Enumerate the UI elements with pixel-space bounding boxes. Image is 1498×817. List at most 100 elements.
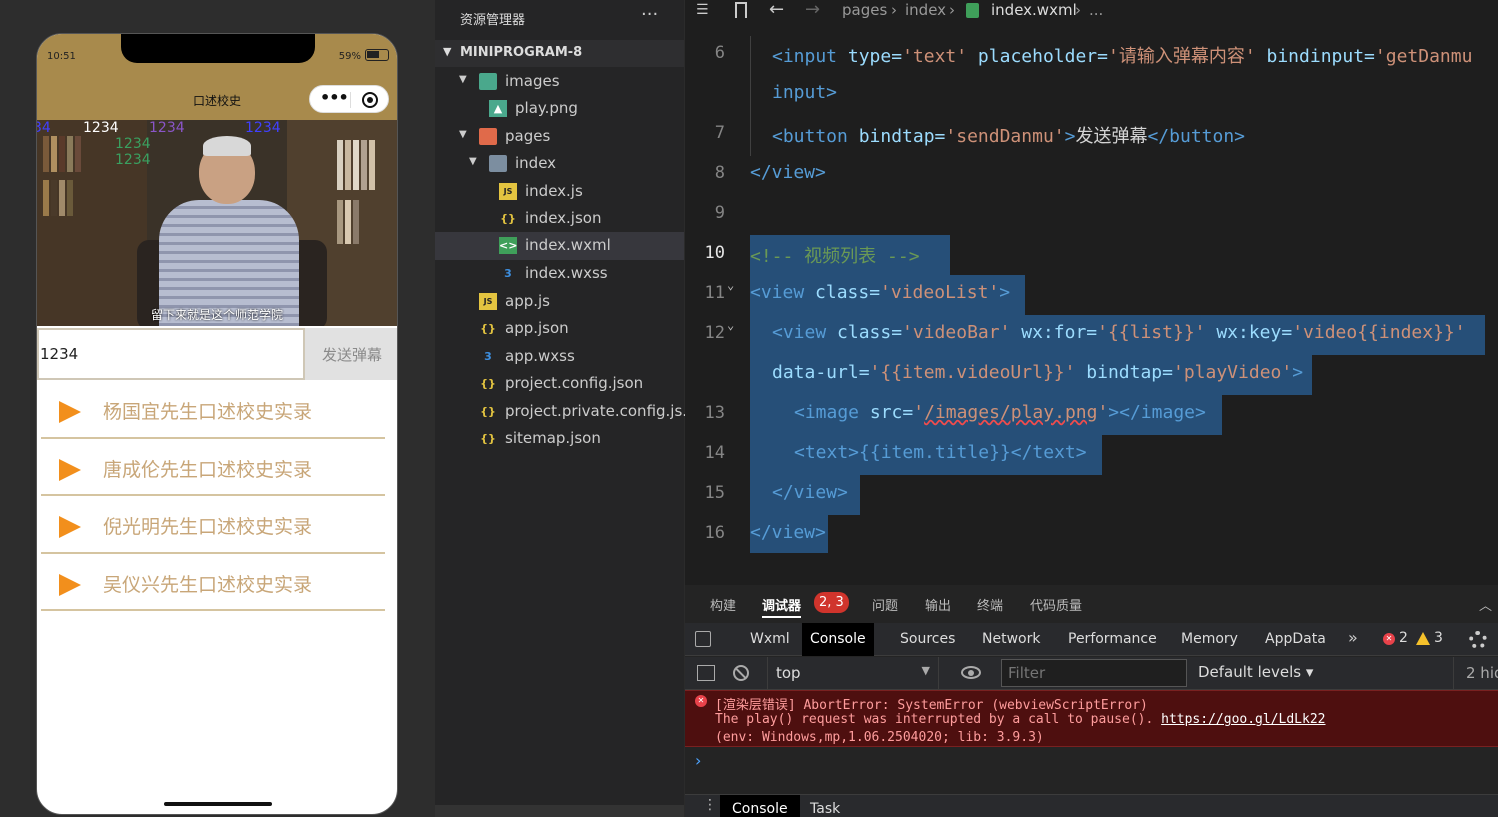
- sidebar-toggle-icon[interactable]: [697, 665, 715, 681]
- tree-item-index-json[interactable]: {} index.json: [435, 205, 684, 233]
- danmu-text: 1234: [245, 120, 281, 136]
- devtab-appdata[interactable]: AppData: [1257, 623, 1334, 656]
- gear-icon[interactable]: [1469, 631, 1487, 649]
- tree-item-app-js[interactable]: JS app.js: [435, 288, 684, 316]
- hidden-messages-count[interactable]: 2 hid: [1453, 657, 1498, 689]
- menu-capsule[interactable]: •••: [309, 85, 389, 113]
- tab-debugger[interactable]: 调试器: [762, 595, 802, 618]
- bookmark-icon[interactable]: [735, 2, 747, 18]
- tab-terminal[interactable]: 终端: [977, 595, 1003, 614]
- explorer-outline-header[interactable]: [435, 805, 684, 817]
- context-select[interactable]: top ▼: [767, 657, 939, 689]
- tree-item-project-private-config[interactable]: {} project.private.config.js...: [435, 398, 696, 426]
- code-line-6-wrap: input>: [772, 82, 837, 103]
- filter-input[interactable]: [1001, 659, 1187, 687]
- explorer-more-button[interactable]: ···: [641, 4, 658, 25]
- code-line-12-wrap: data-url='{{item.videoUrl}}' bindtap='pl…: [772, 362, 1303, 383]
- video-player[interactable]: 34 1234 1234 1234 1234 1234 留下来就是这个师范学院: [37, 120, 397, 326]
- code-token: <text>{{item.title}}</text>: [794, 442, 1087, 463]
- tree-item-sitemap[interactable]: {} sitemap.json: [435, 425, 684, 453]
- devtab-memory[interactable]: Memory: [1173, 623, 1246, 656]
- tree-item-project-config[interactable]: {} project.config.json: [435, 370, 684, 398]
- error-count[interactable]: 2: [1399, 630, 1408, 646]
- close-miniprogram-icon[interactable]: [362, 92, 378, 108]
- code-token: 'sendDanmu': [945, 126, 1065, 147]
- project-header[interactable]: ▼ MINIPROGRAM-8: [435, 40, 684, 67]
- tree-item-index-wxml[interactable]: <> index.wxml: [435, 232, 684, 260]
- capsule-divider: [350, 92, 351, 108]
- more-tabs-icon[interactable]: »: [1348, 628, 1358, 647]
- tree-item-label: pages: [505, 127, 551, 145]
- devtab-performance[interactable]: Performance: [1060, 623, 1165, 656]
- danmu-text: 1234: [115, 136, 151, 152]
- wxss-file-icon: 3: [504, 267, 512, 280]
- breadcrumb-ellipsis[interactable]: ...: [1089, 1, 1103, 19]
- code-token: <!-- 视频列表 -->: [750, 246, 920, 267]
- video-bar[interactable]: 杨国宜先生口述校史实录: [41, 381, 385, 439]
- tree-item-images[interactable]: ▼ images: [435, 68, 684, 96]
- devtab-network[interactable]: Network: [974, 623, 1048, 656]
- tree-item-label: project.config.json: [505, 374, 644, 392]
- tab-build[interactable]: 构建: [710, 595, 736, 614]
- code-line-6: <input type='text' placeholder='请输入弹幕内容'…: [772, 42, 1472, 68]
- devtab-wxml[interactable]: Wxml: [742, 623, 798, 656]
- video-bar[interactable]: 倪光明先生口述校史实录: [41, 496, 385, 554]
- drawer-tab-console[interactable]: Console: [720, 795, 800, 817]
- tree-item-index-wxss[interactable]: 3 index.wxss: [435, 260, 684, 288]
- devtab-sources[interactable]: Sources: [892, 623, 963, 656]
- line-number: 9: [714, 203, 725, 223]
- send-danmu-button[interactable]: 发送弹幕: [305, 328, 397, 380]
- error-icon[interactable]: ✕: [1383, 633, 1395, 645]
- devtools-tab-bar: Wxml Console Sources Network Performance…: [685, 623, 1498, 656]
- tree-item-index-js[interactable]: JS index.js: [435, 178, 684, 206]
- collapse-panel-icon[interactable]: ︿: [1479, 595, 1492, 614]
- line-number: 14: [704, 443, 725, 463]
- phone-notch: [121, 34, 315, 63]
- drawer-tab-task[interactable]: Task: [798, 795, 852, 817]
- breadcrumb-index[interactable]: index: [905, 1, 946, 19]
- breadcrumb-pages[interactable]: pages: [842, 1, 887, 19]
- breadcrumb-file[interactable]: index.wxml: [991, 1, 1077, 19]
- clear-console-icon[interactable]: [733, 665, 749, 681]
- warning-icon[interactable]: [1416, 632, 1430, 645]
- code-token: bindinput=: [1255, 46, 1375, 67]
- book: [67, 180, 73, 216]
- video-bar[interactable]: 唐成伦先生口述校史实录: [41, 439, 385, 496]
- book: [345, 200, 351, 244]
- inspect-element-icon[interactable]: [695, 631, 711, 647]
- danmu-text: 34: [37, 120, 51, 136]
- tree-item-index-folder[interactable]: ▼ index: [435, 150, 684, 178]
- error-link[interactable]: https://goo.gl/LdLk22: [1161, 712, 1325, 727]
- forward-arrow-icon[interactable]: →: [805, 0, 820, 20]
- fold-chevron-icon[interactable]: ⌄: [727, 318, 734, 332]
- eye-icon[interactable]: [961, 666, 981, 679]
- tree-item-label: index.js: [525, 182, 583, 200]
- fold-chevron-icon[interactable]: ⌄: [727, 278, 734, 292]
- book: [337, 140, 343, 190]
- back-arrow-icon[interactable]: ←: [769, 0, 784, 20]
- js-file-icon: JS: [499, 183, 517, 200]
- tab-code-quality[interactable]: 代码质量: [1030, 595, 1082, 614]
- danmu-input[interactable]: [37, 328, 305, 380]
- json-file-icon: {}: [480, 405, 496, 418]
- code-editor[interactable]: ☰ ← → pages › index › index.wxml › ... 6…: [685, 0, 1498, 585]
- list-icon[interactable]: ☰: [696, 2, 709, 18]
- tree-item-app-json[interactable]: {} app.json: [435, 315, 684, 343]
- tab-issues[interactable]: 问题: [872, 595, 898, 614]
- more-dots-icon[interactable]: •••: [320, 88, 349, 107]
- tree-item-pages[interactable]: ▼ pages: [435, 123, 684, 151]
- video-list: 杨国宜先生口述校史实录 唐成伦先生口述校史实录 倪光明先生口述校史实录 吴仪兴先…: [41, 381, 385, 611]
- tree-item-label: app.wxss: [505, 347, 575, 365]
- code-token: <view: [772, 322, 827, 343]
- console-prompt[interactable]: ›: [695, 751, 701, 770]
- error-line: (env: Windows,mp,1.06.2504020; lib: 3.9.…: [715, 730, 1044, 745]
- log-levels-select[interactable]: Default levels ▾: [1198, 663, 1313, 681]
- tab-output[interactable]: 输出: [925, 595, 951, 614]
- warning-count[interactable]: 3: [1434, 630, 1443, 646]
- video-bar[interactable]: 吴仪兴先生口述校史实录: [41, 554, 385, 611]
- devtab-console[interactable]: Console: [802, 623, 874, 656]
- drawer-menu-icon[interactable]: ⋮: [703, 797, 717, 813]
- tree-item-play-png[interactable]: ▲ play.png: [435, 95, 684, 123]
- code-line-8: </view>: [750, 162, 826, 183]
- tree-item-app-wxss[interactable]: 3 app.wxss: [435, 343, 684, 371]
